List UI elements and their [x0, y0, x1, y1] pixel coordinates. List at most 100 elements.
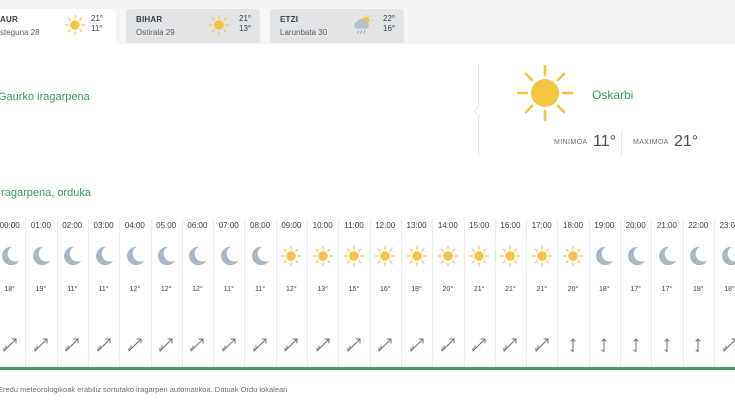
hour-temp: 21° — [473, 286, 485, 293]
hour-column: 12:00 16° — [369, 211, 401, 367]
hour-divider — [213, 219, 215, 367]
min-value: 11° — [593, 133, 617, 150]
moon-icon — [593, 245, 615, 267]
day-tab-min: 13° — [239, 24, 252, 33]
wind-arrow-icon — [283, 337, 299, 353]
wind-arrow-icon — [315, 337, 331, 353]
day-tab-max: 21° — [239, 14, 252, 23]
moon-icon — [0, 245, 21, 267]
moon-icon — [155, 245, 177, 267]
hour-column: 04:00 12° — [119, 211, 150, 367]
hour-temp: 17° — [630, 286, 641, 293]
max-label: MAXIMOA — [633, 139, 669, 146]
wind-arrow-icon — [409, 337, 425, 353]
hour-divider — [400, 219, 402, 367]
hour-column: 13:00 18° — [400, 211, 432, 367]
day-tab-0[interactable]: AUR steguna 28 21° 11° — [0, 9, 116, 44]
hour-time: 07:00 — [218, 221, 239, 230]
hour-column: 08:00 11° — [244, 211, 275, 367]
hour-temp: 15° — [348, 286, 360, 293]
day-tab-1[interactable]: BIHAR Ostirala 29 21° 13° — [126, 9, 260, 43]
hour-time: 02:00 — [62, 221, 83, 230]
hour-temp: 12° — [129, 286, 141, 293]
hour-time: 15:00 — [469, 221, 490, 230]
hour-temp: 18° — [692, 286, 704, 293]
hour-divider — [275, 219, 277, 367]
wind-arrow-icon — [534, 337, 550, 353]
wind-arrow-icon — [127, 337, 143, 353]
hour-divider — [25, 219, 27, 367]
hour-column: 03:00 11° — [87, 211, 119, 367]
moon-icon — [719, 245, 735, 267]
hour-temp: 20° — [442, 286, 454, 293]
summary-divider-arrow — [473, 105, 485, 117]
hourly-forecast: 00:00 18° 01:00 19° 02:00 11° 03:00 11° 04:00 12°… — [0, 211, 735, 367]
hour-temp: 12° — [192, 286, 203, 293]
day-tab-2[interactable]: ETZI Larunbata 30 22° 16° — [270, 9, 404, 43]
hour-divider — [119, 219, 121, 367]
hourly-title: Iragarpena, orduka — [0, 187, 91, 199]
hour-temp: 11° — [67, 286, 78, 293]
moon-icon — [93, 245, 115, 267]
minmax-divider — [621, 130, 622, 156]
hour-divider — [588, 219, 590, 367]
sun-icon — [437, 245, 459, 267]
min-label: MINIMOA — [554, 139, 588, 146]
wind-arrow-icon — [96, 337, 112, 353]
sun-icon — [374, 245, 396, 267]
hour-time: 10:00 — [312, 221, 333, 230]
hour-column: 09:00 12° — [275, 211, 307, 367]
day-tab-max: 22° — [383, 14, 396, 23]
hour-divider — [494, 219, 496, 367]
hour-divider — [338, 219, 340, 367]
hour-divider — [369, 219, 371, 367]
wind-arrow-icon — [722, 337, 735, 353]
hour-column: 16:00 21° — [494, 211, 526, 367]
hour-time: 19:00 — [594, 221, 615, 230]
hour-divider — [307, 219, 308, 367]
hour-column: 00:00 18° — [0, 211, 25, 367]
hour-time: 00:00 — [0, 221, 20, 230]
hour-temp: 11° — [255, 286, 266, 293]
hour-time: 04:00 — [124, 221, 145, 230]
hour-temp: 17° — [661, 286, 673, 293]
hour-column: 01:00 19° — [25, 211, 56, 367]
wind-arrow-icon — [64, 337, 80, 353]
hour-divider — [620, 219, 621, 367]
hour-time: 01:00 — [30, 221, 51, 230]
wind-arrow-icon — [158, 337, 174, 353]
sun-icon — [64, 14, 86, 36]
sun-icon — [499, 245, 521, 267]
hour-temp: 11° — [98, 286, 109, 293]
hour-temp: 21° — [505, 286, 516, 293]
sun-icon — [562, 245, 584, 267]
hour-column: 21:00 17° — [651, 211, 682, 367]
summary-title: Gaurko iragarpena — [0, 91, 90, 103]
moon-icon — [687, 245, 709, 267]
hour-temp: 18° — [724, 286, 735, 293]
hour-time: 20:00 — [625, 221, 646, 230]
moon-icon — [218, 245, 240, 267]
moon-icon — [30, 245, 52, 267]
hour-column: 14:00 20° — [432, 211, 463, 367]
hour-column: 20:00 17° — [620, 211, 651, 367]
wind-arrow-icon — [596, 337, 612, 353]
hour-divider — [526, 219, 528, 367]
moon-icon — [249, 245, 271, 267]
hour-temp: 11° — [223, 286, 234, 293]
hour-time: 05:00 — [156, 221, 177, 230]
wind-arrow-icon — [565, 337, 581, 353]
hour-divider — [651, 219, 653, 367]
hour-time: 16:00 — [500, 221, 521, 230]
day-tab-date: steguna 28 — [0, 28, 40, 37]
sun-icon — [531, 245, 553, 267]
wind-arrow-icon — [502, 337, 518, 353]
moon-icon — [186, 245, 208, 267]
day-tab-date: Larunbata 30 — [280, 28, 328, 37]
moon-icon — [625, 245, 647, 267]
sun-icon — [343, 245, 365, 267]
hour-temp: 12° — [160, 286, 172, 293]
hour-column: 10:00 13° — [307, 211, 338, 367]
accent-line — [0, 367, 735, 370]
wind-arrow-icon — [189, 337, 205, 353]
